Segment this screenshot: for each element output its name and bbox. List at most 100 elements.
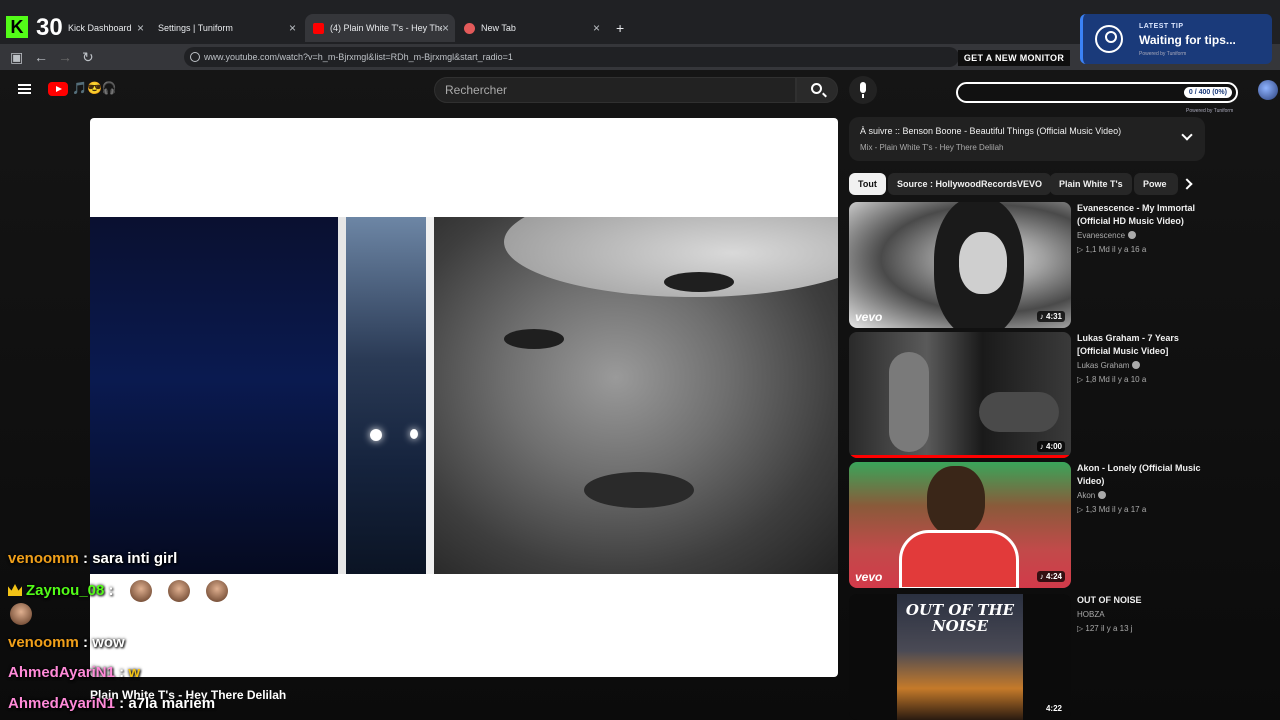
video-scene-divider <box>338 217 346 574</box>
back-icon[interactable]: ← <box>34 49 48 65</box>
kick-logo-icon: K <box>6 16 28 38</box>
chevron-right-icon[interactable] <box>1178 173 1200 195</box>
youtube-favicon-icon <box>313 22 324 34</box>
chevron-down-icon[interactable] <box>1181 129 1193 141</box>
chip-all[interactable]: Tout <box>849 173 886 195</box>
figure-shape <box>979 392 1059 432</box>
youtube-logo-icon[interactable] <box>48 82 68 96</box>
chip-power[interactable]: Powe <box>1134 173 1178 195</box>
emote-icon <box>10 603 32 625</box>
rec-meta: ▷ 1,1 Md il y a 16 a <box>1077 245 1147 254</box>
rec-channel[interactable]: Evanescence <box>1077 231 1137 240</box>
chat-separator: : <box>119 695 125 712</box>
vevo-logo: vevo <box>855 570 883 584</box>
rec-title[interactable]: Evanescence - My Immortal (Official HD M… <box>1077 202 1209 228</box>
recommendation-item[interactable]: vevo ♪ 4:31 Evanescence - My Immortal (O… <box>849 202 1209 328</box>
rec-title[interactable]: Akon - Lonely (Official Music Video) <box>1077 462 1209 488</box>
duration-badge: ♪ 4:24 <box>1036 571 1065 582</box>
video-scene-city <box>346 217 426 574</box>
close-icon[interactable]: × <box>442 21 449 35</box>
hamburger-menu-icon[interactable] <box>18 84 31 94</box>
video-scene-divider <box>426 217 434 574</box>
tab-label: Kick Dashboard <box>68 23 132 33</box>
chat-message: venoomm : wow <box>8 634 125 651</box>
latest-tip-widget: LATEST TIP Waiting for tips... Powered b… <box>1080 14 1272 64</box>
close-icon[interactable]: × <box>137 21 144 35</box>
tab-kick-dashboard[interactable]: Kick Dashboard × <box>60 14 150 42</box>
sidebar-toggle-icon[interactable]: ▣ <box>10 49 23 66</box>
video-frame <box>90 217 838 574</box>
rec-channel[interactable]: HOBZA <box>1077 610 1105 619</box>
voice-search-mic-icon[interactable] <box>849 76 877 104</box>
chat-message: AhmedAyariN1 : a7la mariem <box>8 695 215 712</box>
watch-progress-bar <box>849 455 1071 458</box>
screen: K 30 Kick Dashboard × Settings | Tunifor… <box>0 0 1280 720</box>
chip-source[interactable]: Source : HollywoodRecordsVEVO <box>888 173 1052 195</box>
recommendation-item[interactable]: OUT OF THE NOISE 4:22 OUT OF NOISE HOBZA… <box>849 594 1209 720</box>
mouth-shape <box>584 472 694 508</box>
search-icon <box>811 83 822 94</box>
emote-icon <box>206 580 229 602</box>
chat-username: venoomm <box>8 550 79 567</box>
tab-settings-tuniform[interactable]: Settings | Tuniform × <box>150 14 302 42</box>
chat-text: wow <box>92 634 125 651</box>
chat-message: venoomm : sara inti girl <box>8 550 177 567</box>
chip-plain-white-ts[interactable]: Plain White T's <box>1050 173 1132 195</box>
rec-meta: ▷ 1,8 Md il y a 10 a <box>1077 375 1147 384</box>
jacket-shape <box>899 530 1019 588</box>
up-next-subtitle: Mix - Plain White T's - Hey There Delila… <box>860 143 1004 152</box>
chat-separator: : <box>83 634 89 651</box>
video-scene-night <box>90 217 338 574</box>
video-scene-face <box>434 217 838 574</box>
eye-shape <box>664 272 734 292</box>
chat-username: AhmedAyariN1 <box>8 664 115 681</box>
tab-new-tab[interactable]: New Tab × <box>456 14 606 42</box>
forward-icon[interactable]: → <box>58 49 72 65</box>
video-thumbnail[interactable]: ♪ 4:00 <box>849 332 1071 458</box>
rec-title[interactable]: OUT OF NOISE <box>1077 594 1209 607</box>
new-tab-button[interactable]: + <box>608 14 632 42</box>
verified-icon <box>1098 491 1107 499</box>
tab-label: (4) Plain White T's - Hey There D <box>330 23 442 33</box>
promo-banner[interactable]: GET A NEW MONITOR <box>958 50 1070 66</box>
recommendation-item[interactable]: ♪ 4:00 Lukas Graham - 7 Years [Official … <box>849 332 1209 458</box>
rec-channel-name: Akon <box>1077 491 1096 500</box>
close-icon[interactable]: × <box>593 21 600 35</box>
account-avatar[interactable] <box>1258 80 1278 100</box>
video-thumbnail[interactable]: vevo ♪ 4:24 <box>849 462 1071 588</box>
goal-progress-text: 0 / 400 (0%) <box>1183 87 1232 98</box>
url-input[interactable]: www.youtube.com/watch?v=h_m-Bjrxmgl&list… <box>184 47 959 67</box>
rec-meta: ▷ 127 il y a 13 j <box>1077 624 1133 633</box>
tab-youtube[interactable]: (4) Plain White T's - Hey There D × <box>305 14 455 42</box>
tab-label: New Tab <box>481 23 516 33</box>
chat-message: AhmedAyariN1 : w <box>8 664 140 681</box>
video-thumbnail[interactable]: vevo ♪ 4:31 <box>849 202 1071 328</box>
chat-message-continued <box>10 603 32 625</box>
search-button[interactable] <box>796 77 838 103</box>
chat-message: Zaynou_08 : <box>8 580 229 602</box>
video-thumbnail[interactable]: OUT OF THE NOISE 4:22 <box>849 594 1071 720</box>
tip-message: Waiting for tips... <box>1139 33 1236 47</box>
user-icon <box>1095 25 1123 53</box>
new-tab-favicon-icon <box>464 22 475 34</box>
viewer-count: 30 <box>36 14 63 41</box>
rec-channel[interactable]: Akon <box>1077 491 1107 500</box>
close-icon[interactable]: × <box>289 21 296 35</box>
album-art: OUT OF THE NOISE <box>897 594 1023 720</box>
reload-icon[interactable]: ↻ <box>82 49 94 66</box>
chat-text: w <box>128 664 140 681</box>
rec-title[interactable]: Lukas Graham - 7 Years [Official Music V… <box>1077 332 1209 358</box>
recommendation-item[interactable]: vevo ♪ 4:24 Akon - Lonely (Official Musi… <box>849 462 1209 588</box>
crown-icon <box>8 583 22 596</box>
chat-separator: : <box>108 581 114 599</box>
site-info-icon[interactable] <box>190 52 200 62</box>
face-shape <box>959 232 1007 294</box>
search-input[interactable]: Rechercher <box>434 77 796 103</box>
duration-badge: ♪ 4:31 <box>1036 311 1065 322</box>
rec-channel[interactable]: Lukas Graham <box>1077 361 1141 370</box>
chat-username: Zaynou_08 <box>26 581 105 599</box>
eye-shape <box>504 329 564 349</box>
up-next-panel[interactable]: À suivre :: Benson Boone - Beautiful Thi… <box>849 117 1205 161</box>
figure-shape <box>889 352 929 452</box>
rec-channel-name: Lukas Graham <box>1077 361 1130 370</box>
